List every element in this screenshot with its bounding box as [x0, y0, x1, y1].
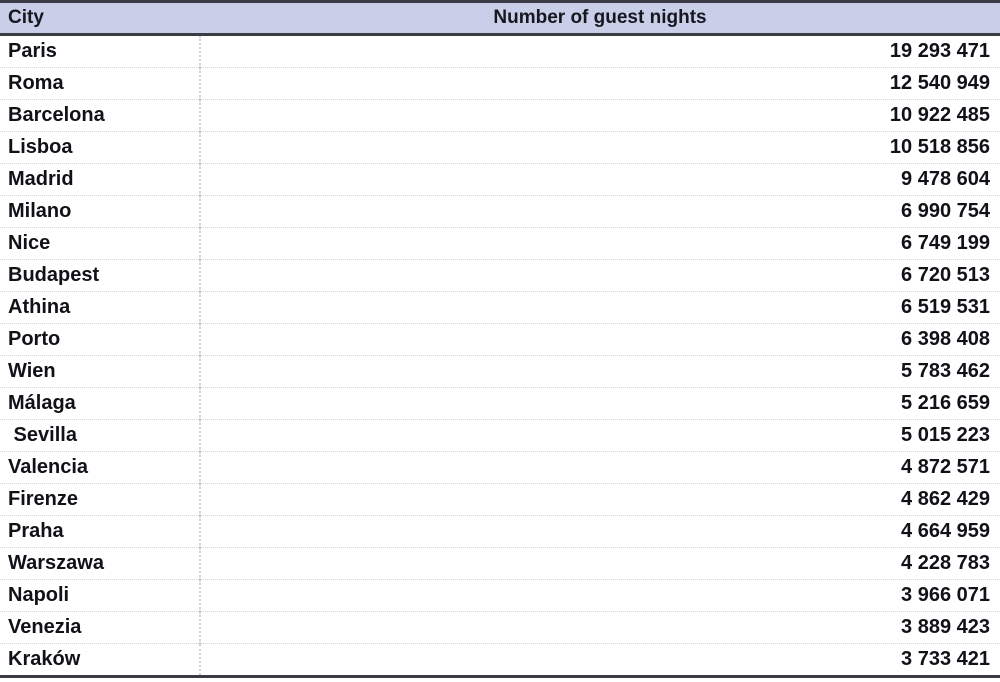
table-row[interactable]: Sevilla 5 015 223	[0, 419, 1000, 452]
cell-city[interactable]: Porto	[0, 323, 201, 356]
cell-number-of-guest-nights[interactable]: 6 720 513	[200, 259, 1000, 292]
table-row[interactable]: Nice 6 749 199	[0, 227, 1000, 260]
table-row[interactable]: Napoli 3 966 071	[0, 579, 1000, 612]
cell-city[interactable]: Sevilla	[0, 419, 201, 452]
table-row[interactable]: Venezia 3 889 423	[0, 611, 1000, 644]
cell-city[interactable]: Roma	[0, 67, 201, 100]
cell-number-of-guest-nights[interactable]: 6 398 408	[200, 323, 1000, 356]
cell-number-of-guest-nights[interactable]: 3 733 421	[200, 644, 1000, 676]
cell-city[interactable]: Málaga	[0, 387, 201, 420]
table-row[interactable]: Roma 12 540 949	[0, 67, 1000, 100]
table-row[interactable]: Málaga 5 216 659	[0, 387, 1000, 420]
table-row[interactable]: Paris 19 293 471	[0, 34, 1000, 68]
table-row[interactable]: Milano 6 990 754	[0, 195, 1000, 228]
cell-number-of-guest-nights[interactable]: 5 015 223	[200, 419, 1000, 452]
guest-nights-table: City Number of guest nights Paris 19 293 …	[0, 0, 1000, 675]
cell-city[interactable]: Budapest	[0, 259, 201, 292]
table-row[interactable]: Athina 6 519 531	[0, 291, 1000, 324]
cell-number-of-guest-nights[interactable]: 9 478 604	[200, 163, 1000, 196]
table-row[interactable]: Budapest 6 720 513	[0, 259, 1000, 292]
cell-city[interactable]: Athina	[0, 291, 201, 324]
cell-city[interactable]: Lisboa	[0, 131, 201, 164]
cell-number-of-guest-nights[interactable]: 3 966 071	[200, 579, 1000, 612]
cell-number-of-guest-nights[interactable]: 6 519 531	[200, 291, 1000, 324]
cell-number-of-guest-nights[interactable]: 3 889 423	[200, 611, 1000, 644]
cell-number-of-guest-nights[interactable]: 4 862 429	[200, 483, 1000, 516]
cell-number-of-guest-nights[interactable]: 5 216 659	[200, 387, 1000, 420]
column-header-number-of-guest-nights[interactable]: Number of guest nights	[200, 0, 1000, 36]
cell-city[interactable]: Valencia	[0, 451, 201, 484]
table-header-row: City Number of guest nights	[0, 0, 1000, 36]
cell-number-of-guest-nights[interactable]: 4 872 571	[200, 451, 1000, 484]
table-row[interactable]: Barcelona 10 922 485	[0, 99, 1000, 132]
table-row[interactable]: Praha 4 664 959	[0, 515, 1000, 548]
cell-city[interactable]: Milano	[0, 195, 201, 228]
table-row[interactable]: Valencia 4 872 571	[0, 451, 1000, 484]
cell-number-of-guest-nights[interactable]: 6 990 754	[200, 195, 1000, 228]
cell-number-of-guest-nights[interactable]: 6 749 199	[200, 227, 1000, 260]
table-row[interactable]: Madrid 9 478 604	[0, 163, 1000, 196]
table-header: City Number of guest nights	[0, 0, 1000, 36]
table-bottom-rule	[0, 675, 1000, 678]
cell-city[interactable]: Kraków	[0, 643, 201, 675]
cell-number-of-guest-nights[interactable]: 4 228 783	[200, 547, 1000, 580]
table-row[interactable]: Wien 5 783 462	[0, 355, 1000, 388]
table-row[interactable]: Firenze 4 862 429	[0, 483, 1000, 516]
cell-number-of-guest-nights[interactable]: 4 664 959	[200, 515, 1000, 548]
table-body: Paris 19 293 471 Roma 12 540 949 Barcelona 10…	[0, 34, 1000, 676]
cell-city[interactable]: Wien	[0, 355, 201, 388]
cell-number-of-guest-nights[interactable]: 10 922 485	[200, 99, 1000, 132]
guest-nights-table-container: City Number of guest nights Paris 19 293 …	[0, 0, 1000, 682]
cell-number-of-guest-nights[interactable]: 19 293 471	[200, 34, 1000, 68]
cell-city[interactable]: Warszawa	[0, 547, 201, 580]
cell-city[interactable]: Firenze	[0, 483, 201, 516]
table-row[interactable]: Porto 6 398 408	[0, 323, 1000, 356]
cell-city[interactable]: Barcelona	[0, 99, 201, 132]
table-row[interactable]: Kraków 3 733 421	[0, 643, 1000, 676]
column-header-city[interactable]: City	[0, 0, 200, 36]
cell-city[interactable]: Napoli	[0, 579, 201, 612]
cell-city[interactable]: Nice	[0, 227, 201, 260]
cell-city[interactable]: Venezia	[0, 611, 201, 644]
table-row[interactable]: Warszawa 4 228 783	[0, 547, 1000, 580]
table-row[interactable]: Lisboa 10 518 856	[0, 131, 1000, 164]
cell-number-of-guest-nights[interactable]: 5 783 462	[200, 355, 1000, 388]
cell-number-of-guest-nights[interactable]: 10 518 856	[200, 131, 1000, 164]
cell-city[interactable]: Paris	[0, 34, 201, 68]
cell-city[interactable]: Praha	[0, 515, 201, 548]
cell-number-of-guest-nights[interactable]: 12 540 949	[200, 67, 1000, 100]
cell-city[interactable]: Madrid	[0, 163, 201, 196]
